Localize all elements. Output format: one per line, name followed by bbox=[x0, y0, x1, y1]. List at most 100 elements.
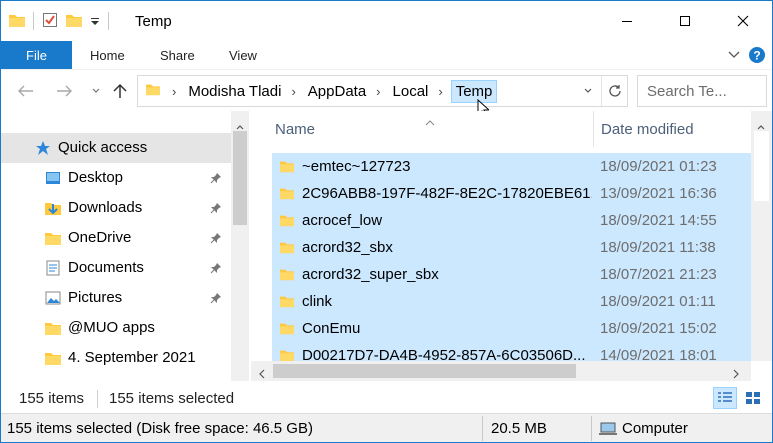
address-history-icon[interactable] bbox=[575, 76, 601, 106]
navigation-scrollbar[interactable] bbox=[231, 111, 249, 381]
file-name: ConEmu bbox=[302, 320, 361, 337]
ribbon-tabs: File Home Share View ? bbox=[1, 41, 772, 69]
scroll-thumb[interactable] bbox=[233, 131, 247, 225]
column-divider[interactable] bbox=[593, 111, 594, 147]
nav-item-label: 4. September 2021 bbox=[68, 349, 196, 366]
file-list-scrollbar[interactable] bbox=[751, 111, 772, 361]
file-name: acrord32_super_sbx bbox=[302, 266, 439, 283]
file-row[interactable]: 2C96ABB8-197F-482F-8E2C-17820EBE61... 13… bbox=[272, 180, 751, 207]
scroll-left-icon[interactable] bbox=[259, 366, 265, 382]
file-date: 18/09/2021 01:23 bbox=[600, 158, 717, 175]
explorer-window: Temp File Home Share View ? › Modisha Tl… bbox=[0, 0, 773, 443]
horizontal-scrollbar[interactable] bbox=[251, 361, 751, 381]
file-row[interactable]: acrord32_super_sbx 18/07/2021 21:23 bbox=[272, 261, 751, 288]
nav-item-downloads[interactable]: Downloads bbox=[1, 193, 231, 223]
tab-share[interactable]: Share bbox=[160, 41, 195, 69]
folder-icon bbox=[45, 320, 61, 336]
file-list: Name Date modified ~emtec~127723 18/09/2… bbox=[251, 111, 772, 381]
file-row[interactable]: ConEmu 18/09/2021 15:02 bbox=[272, 315, 751, 342]
scroll-thumb[interactable] bbox=[273, 364, 576, 378]
nav-item-quick-access[interactable]: Quick access bbox=[1, 133, 231, 163]
breadcrumb-item[interactable]: Modisha Tladi bbox=[184, 83, 285, 100]
forward-button[interactable] bbox=[53, 79, 75, 103]
navigation-pane: Quick access Desktop Downloads OneDrive … bbox=[1, 111, 251, 381]
nav-item-onedrive[interactable]: OneDrive bbox=[1, 223, 231, 253]
pin-icon[interactable] bbox=[210, 171, 222, 188]
folder-icon bbox=[280, 294, 294, 311]
breadcrumb-current[interactable]: Temp bbox=[450, 79, 498, 103]
chevron-right-icon[interactable]: › bbox=[370, 84, 388, 99]
breadcrumb: › Modisha Tladi › AppData › Local › Temp bbox=[146, 76, 498, 106]
folder-icon bbox=[45, 230, 61, 246]
expand-ribbon-icon[interactable] bbox=[724, 45, 744, 65]
chevron-right-icon[interactable]: › bbox=[285, 84, 303, 99]
tab-view[interactable]: View bbox=[229, 41, 257, 69]
address-bar[interactable]: › Modisha Tladi › AppData › Local › Temp bbox=[137, 75, 628, 107]
nav-item-label: Downloads bbox=[68, 199, 143, 216]
documents-folder-icon bbox=[45, 260, 61, 276]
nav-item-label: @MUO apps bbox=[68, 319, 155, 336]
search-box[interactable]: Search Te... bbox=[637, 75, 767, 107]
status-divider bbox=[97, 390, 98, 408]
downloads-folder-icon bbox=[45, 200, 61, 216]
nav-item-label: Desktop bbox=[68, 169, 124, 186]
svg-text:?: ? bbox=[753, 49, 760, 63]
file-row[interactable]: clink 18/09/2021 01:11 bbox=[272, 288, 751, 315]
file-row[interactable]: acrord32_sbx 18/09/2021 11:38 bbox=[272, 234, 751, 261]
large-icons-view-button[interactable] bbox=[741, 387, 765, 409]
nav-item-muo-apps[interactable]: @MUO apps bbox=[1, 313, 231, 343]
sort-ascending-icon bbox=[425, 113, 435, 129]
new-folder-icon[interactable] bbox=[66, 13, 82, 30]
pin-icon[interactable] bbox=[210, 261, 222, 278]
column-header-name[interactable]: Name bbox=[275, 111, 315, 147]
help-icon[interactable]: ? bbox=[747, 45, 767, 65]
status-divider bbox=[482, 416, 483, 441]
tab-home[interactable]: Home bbox=[90, 41, 125, 69]
tab-file[interactable]: File bbox=[1, 41, 72, 69]
folder-icon bbox=[280, 240, 294, 257]
item-count: 155 items bbox=[19, 390, 85, 407]
nav-item-label: Quick access bbox=[58, 139, 148, 156]
file-row[interactable]: acrocef_low 18/09/2021 14:55 bbox=[272, 207, 751, 234]
scroll-right-icon[interactable] bbox=[733, 366, 739, 382]
maximize-button[interactable] bbox=[656, 1, 714, 41]
status-bar: 155 items selected (Disk free space: 46.… bbox=[1, 413, 772, 442]
minimize-button[interactable] bbox=[598, 1, 656, 41]
file-date: 13/09/2021 16:36 bbox=[600, 185, 717, 202]
selection-status: 155 items selected (Disk free space: 46.… bbox=[7, 420, 313, 437]
refresh-button[interactable] bbox=[601, 76, 627, 106]
file-date: 18/09/2021 01:11 bbox=[600, 293, 716, 310]
selection-size: 20.5 MB bbox=[491, 420, 547, 437]
breadcrumb-item[interactable]: Local bbox=[389, 83, 433, 100]
nav-item-documents[interactable]: Documents bbox=[1, 253, 231, 283]
computer-icon bbox=[599, 422, 617, 436]
nav-item-september-2021[interactable]: 4. September 2021 bbox=[1, 343, 231, 373]
nav-item-partial[interactable] bbox=[1, 373, 231, 381]
file-date: 18/07/2021 21:23 bbox=[600, 266, 717, 283]
search-placeholder: Search Te... bbox=[647, 83, 727, 100]
up-button[interactable] bbox=[109, 79, 131, 103]
chevron-right-icon[interactable]: › bbox=[166, 84, 184, 99]
recent-locations-icon[interactable] bbox=[85, 79, 107, 103]
close-button[interactable] bbox=[714, 1, 772, 41]
pin-icon[interactable] bbox=[210, 291, 222, 308]
file-row[interactable]: ~emtec~127723 18/09/2021 01:23 bbox=[272, 153, 751, 180]
folder-icon bbox=[146, 82, 160, 100]
customize-dropdown-icon[interactable] bbox=[90, 13, 100, 29]
back-button[interactable] bbox=[15, 79, 37, 103]
scroll-thumb[interactable] bbox=[754, 131, 769, 201]
nav-item-pictures[interactable]: Pictures bbox=[1, 283, 231, 313]
details-view-button[interactable] bbox=[713, 387, 737, 409]
pin-icon[interactable] bbox=[210, 231, 222, 248]
pin-icon[interactable] bbox=[210, 201, 222, 218]
file-name: 2C96ABB8-197F-482F-8E2C-17820EBE61... bbox=[302, 185, 592, 202]
column-header-date[interactable]: Date modified bbox=[601, 111, 694, 147]
properties-icon[interactable] bbox=[42, 12, 58, 31]
nav-item-desktop[interactable]: Desktop bbox=[1, 163, 231, 193]
breadcrumb-item[interactable]: AppData bbox=[304, 83, 370, 100]
chevron-right-icon[interactable]: › bbox=[432, 84, 450, 99]
nav-item-label: OneDrive bbox=[68, 229, 132, 246]
title-bar: Temp bbox=[1, 1, 772, 41]
nav-item-label: Documents bbox=[68, 259, 144, 276]
pictures-folder-icon bbox=[45, 290, 61, 306]
